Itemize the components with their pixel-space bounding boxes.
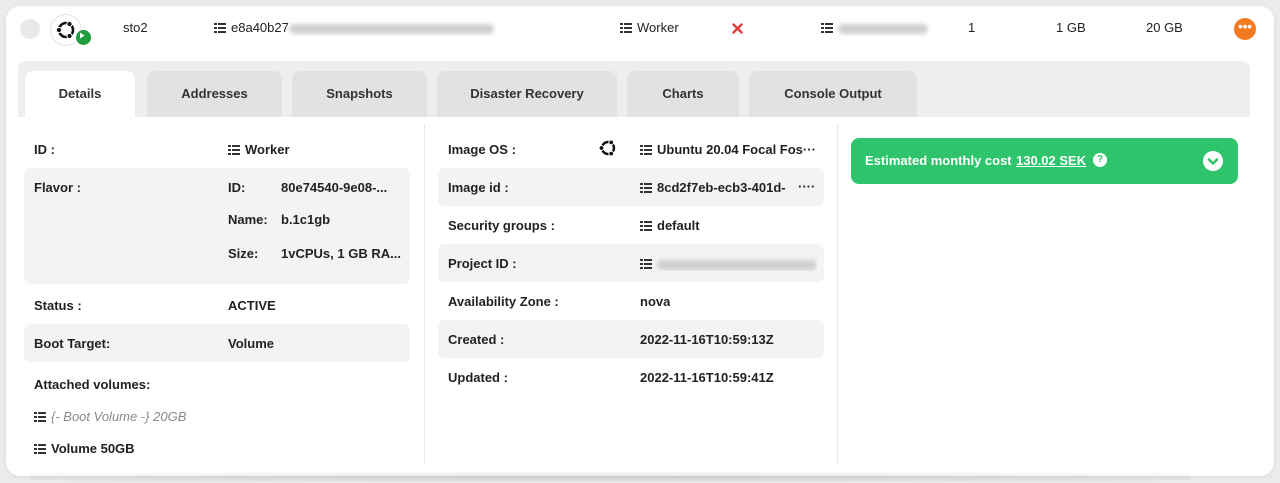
image-id-value: 8cd2f7eb-ecb3-401d-	[640, 180, 795, 195]
grid-list-icon	[640, 221, 652, 231]
actions-menu-button[interactable]: •••	[1234, 18, 1256, 40]
redacted-text	[657, 259, 817, 270]
flavor-id-value: 80e74540-9e08-...	[281, 180, 388, 195]
grid-list-icon	[34, 412, 46, 422]
flavor-size-value: 1vCPUs, 1 GB RA...	[281, 246, 401, 261]
project-id-label: Project ID :	[448, 256, 517, 271]
card-shadow	[30, 472, 1190, 482]
volume-text: Volume 50GB	[51, 441, 135, 456]
image-os-label: Image OS :	[448, 142, 516, 157]
volume-item[interactable]: {- Boot Volume -} 20GB	[34, 409, 186, 424]
boot-label: Boot Target:	[34, 336, 111, 351]
ubuntu-logo-icon	[596, 136, 620, 160]
status-label: Status :	[34, 298, 82, 313]
cost-label: Estimated monthly cost	[865, 153, 1012, 168]
server-card: sto2 e8a40b27 Worker 1 1 GB 20 GB ••• De…	[6, 6, 1274, 476]
grid-list-icon	[821, 23, 833, 33]
security-groups-text: default	[657, 218, 700, 233]
image-os-text: Ubuntu 20.04 Focal Fos···	[657, 142, 816, 157]
flavor-name-label: Name:	[228, 212, 268, 227]
id-value-text: Worker	[245, 142, 290, 157]
play-icon	[74, 28, 93, 47]
updated-value: 2022-11-16T10:59:41Z	[640, 370, 774, 385]
grid-list-icon	[640, 183, 652, 193]
server-group-text: Worker	[637, 20, 679, 35]
grid-list-icon	[34, 444, 46, 454]
redacted-text	[838, 23, 928, 34]
security-groups-label: Security groups :	[448, 218, 555, 233]
tab-addresses[interactable]: Addresses	[147, 71, 282, 117]
cost-value-link[interactable]: 130.02 SEK	[1016, 153, 1086, 168]
monthly-cost-panel[interactable]: Estimated monthly cost 130.02 SEK ?	[851, 138, 1238, 184]
attached-volumes-label: Attached volumes:	[34, 377, 151, 392]
image-id-text: 8cd2f7eb-ecb3-401d-	[657, 180, 786, 195]
grid-list-icon	[228, 145, 240, 155]
server-group: Worker	[620, 6, 679, 50]
updated-label: Updated :	[448, 370, 508, 385]
grid-list-icon	[640, 145, 652, 155]
flavor-id-label: ID:	[228, 180, 246, 195]
ram-size: 1 GB	[1056, 20, 1086, 35]
chevron-down-icon[interactable]	[1203, 151, 1223, 171]
disk-count: 1	[968, 20, 976, 35]
project-id-value	[640, 256, 817, 271]
image-id-label: Image id :	[448, 180, 509, 195]
availability-zone-label: Availability Zone :	[448, 294, 559, 309]
select-checkbox[interactable]	[20, 19, 40, 39]
question-icon[interactable]: ?	[1093, 153, 1107, 167]
disk-size: 20 GB	[1146, 20, 1183, 35]
status-value: ACTIVE	[228, 298, 276, 313]
tab-details[interactable]: Details	[25, 71, 135, 123]
grid-list-icon	[640, 259, 652, 269]
id-label: ID :	[34, 142, 55, 157]
close-icon	[732, 6, 743, 50]
grid-list-icon	[214, 23, 226, 33]
server-id: e8a40b27	[214, 6, 494, 50]
flavor-label: Flavor :	[34, 180, 81, 195]
security-groups-value[interactable]: default	[640, 218, 700, 233]
image-os-value: Ubuntu 20.04 Focal Fos···	[640, 142, 820, 157]
tab-snapshots[interactable]: Snapshots	[292, 71, 427, 117]
availability-zone-value: nova	[640, 294, 671, 309]
flavor-size-label: Size:	[228, 246, 259, 261]
volume-item[interactable]: Volume 50GB	[34, 441, 135, 456]
id-value: Worker	[228, 142, 290, 157]
created-label: Created :	[448, 332, 505, 347]
server-network	[821, 6, 928, 50]
redacted-text	[288, 23, 494, 34]
column-divider	[424, 124, 425, 464]
tab-charts[interactable]: Charts	[627, 71, 739, 117]
tab-console-output[interactable]: Console Output	[749, 71, 917, 117]
flavor-name-value: b.1c1gb	[281, 212, 331, 227]
tab-disaster-recovery[interactable]: Disaster Recovery	[437, 71, 617, 117]
created-value: 2022-11-16T10:59:13Z	[640, 332, 774, 347]
column-divider	[837, 124, 838, 464]
server-name[interactable]: sto2	[123, 6, 148, 50]
more-button[interactable]: ····	[798, 179, 815, 194]
server-id-text: e8a40b27	[231, 20, 289, 35]
boot-volume-text: {- Boot Volume -} 20GB	[51, 409, 187, 424]
server-row[interactable]: sto2 e8a40b27 Worker 1 1 GB 20 GB •••	[6, 6, 1274, 50]
boot-value: Volume	[228, 336, 274, 351]
grid-list-icon	[620, 23, 632, 33]
